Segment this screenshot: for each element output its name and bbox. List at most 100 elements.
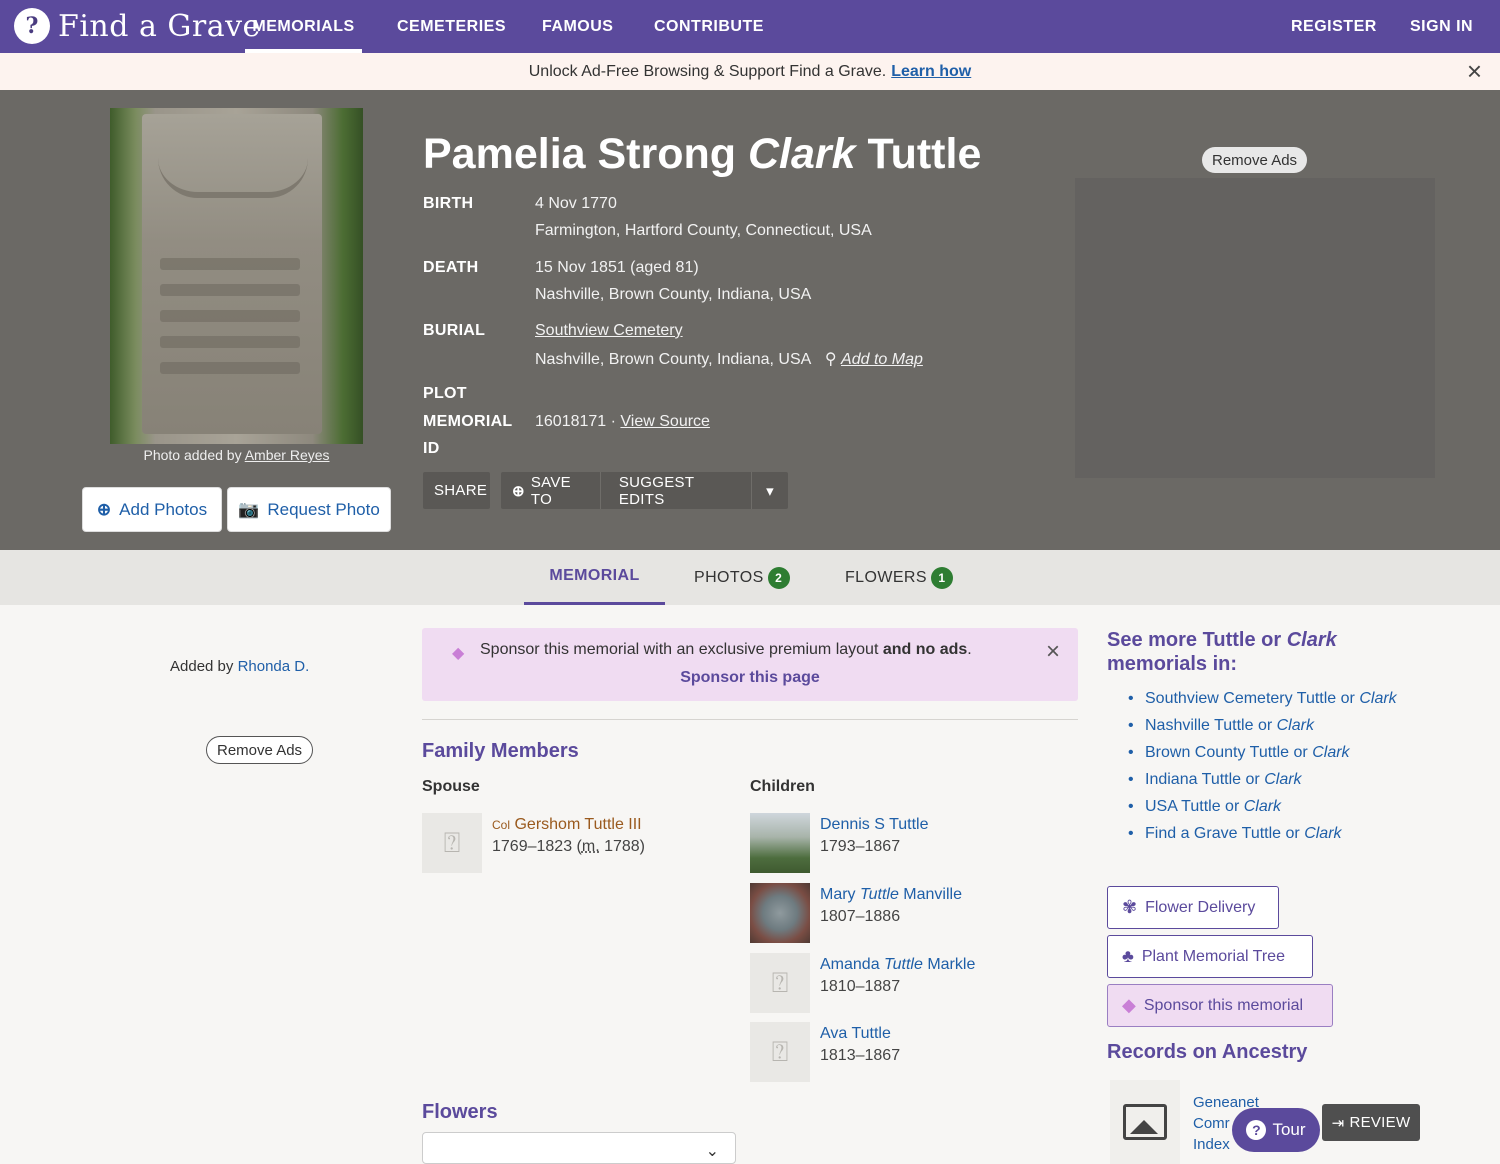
birth-place: Farmington, Hartford County, Connecticut… bbox=[535, 222, 872, 239]
child-item[interactable]: ⍰ Amanda Tuttle Markle 1810–1887 bbox=[750, 953, 975, 1013]
tab-flowers[interactable]: FLOWERS 1 bbox=[845, 550, 953, 605]
added-by-link[interactable]: Rhonda D. bbox=[238, 658, 310, 675]
view-source-link[interactable]: View Source bbox=[620, 413, 710, 430]
ad-placeholder bbox=[1075, 178, 1435, 478]
tab-memorial[interactable]: MEMORIAL bbox=[524, 550, 665, 605]
name-maiden: Clark bbox=[747, 130, 856, 178]
remove-ads-button[interactable]: Remove Ads bbox=[1202, 147, 1308, 173]
see-more-heading: See more Tuttle or Clark memorials in: bbox=[1107, 628, 1437, 676]
see-more-prefix: See more bbox=[1107, 629, 1198, 651]
child-name[interactable]: Dennis S Tuttle bbox=[820, 815, 929, 835]
child-dates: 1810–1887 bbox=[820, 978, 901, 995]
list-item-maiden: Clark bbox=[1276, 717, 1314, 734]
see-more-list: Southview Cemetery Tuttle or Clark Nashv… bbox=[1128, 689, 1397, 851]
child-item[interactable]: Dennis S Tuttle 1793–1867 bbox=[750, 813, 929, 873]
list-item[interactable]: Brown County Tuttle or Clark bbox=[1128, 743, 1397, 770]
share-button[interactable]: SHARE bbox=[423, 472, 490, 509]
remove-ads-button-2[interactable]: Remove Ads bbox=[206, 736, 314, 764]
headstone-photo[interactable] bbox=[110, 108, 363, 444]
nav-famous[interactable]: FAMOUS bbox=[542, 0, 613, 53]
records-heading: Records on Ancestry bbox=[1107, 1041, 1308, 1063]
list-item[interactable]: Southview Cemetery Tuttle or Clark bbox=[1128, 689, 1397, 716]
death-label: DEATH bbox=[423, 259, 479, 276]
nav-cemeteries[interactable]: CEMETERIES bbox=[397, 0, 506, 53]
memorial-id-row: 16018171 · View Source bbox=[535, 413, 710, 430]
top-navigation: ? Find a Grave MEMORIALS CEMETERIES FAMO… bbox=[0, 0, 1500, 53]
flowers-dropdown[interactable]: ⌄ bbox=[422, 1132, 736, 1164]
plus-circle-icon: ⊕ bbox=[96, 499, 112, 519]
name-last: Tuttle bbox=[867, 130, 982, 178]
caret-down-icon[interactable]: ▾ bbox=[752, 472, 788, 509]
list-item[interactable]: Indiana Tuttle or Clark bbox=[1128, 770, 1397, 797]
learn-how-link[interactable]: Learn how bbox=[891, 63, 971, 81]
list-item-maiden: Clark bbox=[1243, 798, 1282, 815]
list-item[interactable]: USA Tuttle or Clark bbox=[1128, 797, 1397, 824]
sign-in-link[interactable]: SIGN IN bbox=[1410, 0, 1473, 53]
spouse-dates-pre: 1769–1823 ( bbox=[492, 838, 582, 855]
list-item[interactable]: Find a Grave Tuttle or Clark bbox=[1128, 824, 1397, 851]
memorial-id-label: MEMORIAL bbox=[423, 413, 513, 430]
photo-credit-prefix: Photo added by bbox=[143, 447, 242, 463]
spouse-dates: 1769–1823 (m. 1788) bbox=[492, 838, 645, 856]
sponsor-text-period: . bbox=[967, 641, 972, 658]
cemetery-link[interactable]: Southview Cemetery bbox=[535, 322, 683, 339]
site-logo[interactable]: ? Find a Grave bbox=[14, 4, 261, 48]
spouse-prefix: Col bbox=[492, 818, 511, 832]
plant-tree-button[interactable]: ♣ Plant Memorial Tree bbox=[1107, 935, 1313, 978]
sponsor-page-link[interactable]: Sponsor this page bbox=[422, 669, 1078, 687]
spouse-item[interactable]: ⍰ Col Gershom Tuttle III 1769–1823 (m. 1… bbox=[422, 813, 645, 873]
child-name[interactable]: Amanda Tuttle Markle bbox=[820, 955, 975, 975]
headstone-inscription bbox=[160, 258, 300, 388]
married-abbr: m. bbox=[581, 838, 600, 855]
list-item[interactable]: Nashville Tuttle or Clark bbox=[1128, 716, 1397, 743]
flower-icon: ✾ bbox=[1122, 897, 1138, 917]
tab-photos[interactable]: PHOTOS 2 bbox=[694, 550, 790, 605]
child-last: Manville bbox=[903, 886, 962, 903]
suggest-edits-button[interactable]: SUGGEST EDITS bbox=[601, 472, 751, 509]
ad-free-promo-bar: Unlock Ad-Free Browsing & Support Find a… bbox=[0, 53, 1500, 90]
child-name[interactable]: Ava Tuttle bbox=[820, 1024, 900, 1044]
nav-memorials[interactable]: MEMORIALS bbox=[245, 0, 362, 53]
review-button[interactable]: ⇥ REVIEW bbox=[1322, 1104, 1420, 1141]
record-thumbnail[interactable] bbox=[1110, 1080, 1180, 1164]
burial-label: BURIAL bbox=[423, 322, 486, 339]
plot-label: PLOT bbox=[423, 385, 467, 402]
headstone-placeholder-icon: ⍰ bbox=[750, 953, 810, 1013]
nav-contribute[interactable]: CONTRIBUTE bbox=[654, 0, 764, 53]
register-link[interactable]: REGISTER bbox=[1291, 0, 1377, 53]
child-maiden: Tuttle bbox=[860, 886, 899, 903]
child-item[interactable]: Mary Tuttle Manville 1807–1886 bbox=[750, 883, 962, 943]
see-more-suffix: memorials in: bbox=[1107, 653, 1238, 675]
tree-icon: ♣ bbox=[1122, 946, 1134, 966]
request-photo-button[interactable]: 📷 Request Photo bbox=[227, 487, 391, 532]
spouse-name[interactable]: Col Gershom Tuttle III bbox=[492, 815, 645, 835]
review-label: REVIEW bbox=[1349, 1114, 1411, 1131]
promo-text: Unlock Ad-Free Browsing & Support Find a… bbox=[528, 62, 887, 80]
children-heading: Children bbox=[750, 778, 815, 795]
child-last: Markle bbox=[927, 956, 976, 973]
chevron-down-icon: ⌄ bbox=[705, 1143, 719, 1160]
tour-button[interactable]: ? Tour bbox=[1232, 1108, 1320, 1152]
memorial-tabs: MEMORIAL PHOTOS 2 FLOWERS 1 bbox=[0, 550, 1500, 605]
close-icon[interactable]: × bbox=[1467, 58, 1482, 84]
sign-in-arrow-icon: ⇥ bbox=[1331, 1114, 1345, 1132]
logo-icon: ? bbox=[14, 8, 50, 44]
flower-delivery-button[interactable]: ✾ Flower Delivery bbox=[1107, 886, 1279, 929]
list-item-maiden: Clark bbox=[1264, 771, 1302, 788]
tab-flowers-label: FLOWERS bbox=[845, 568, 927, 586]
photo-contributor-link[interactable]: Amber Reyes bbox=[245, 447, 330, 463]
memorial-id: 16018171 bbox=[535, 413, 607, 430]
add-photos-button[interactable]: ⊕ Add Photos bbox=[82, 487, 222, 532]
request-photo-label: Request Photo bbox=[267, 499, 380, 519]
list-item-maiden: Clark bbox=[1304, 825, 1342, 842]
sponsor-memorial-button[interactable]: ◆ Sponsor this memorial bbox=[1107, 984, 1333, 1027]
child-item[interactable]: ⍰ Ava Tuttle 1813–1867 bbox=[750, 1022, 900, 1082]
close-icon[interactable]: × bbox=[1046, 638, 1060, 666]
save-to-button[interactable]: ⊕ SAVE TO bbox=[501, 472, 600, 509]
divider bbox=[422, 719, 1078, 720]
burial-place-row: Nashville, Brown County, Indiana, USA ⚲ … bbox=[535, 349, 923, 369]
add-to-map-link[interactable]: Add to Map bbox=[841, 351, 923, 368]
image-icon bbox=[1123, 1104, 1167, 1140]
child-name[interactable]: Mary Tuttle Manville bbox=[820, 885, 962, 905]
death-place: Nashville, Brown County, Indiana, USA bbox=[535, 286, 812, 303]
